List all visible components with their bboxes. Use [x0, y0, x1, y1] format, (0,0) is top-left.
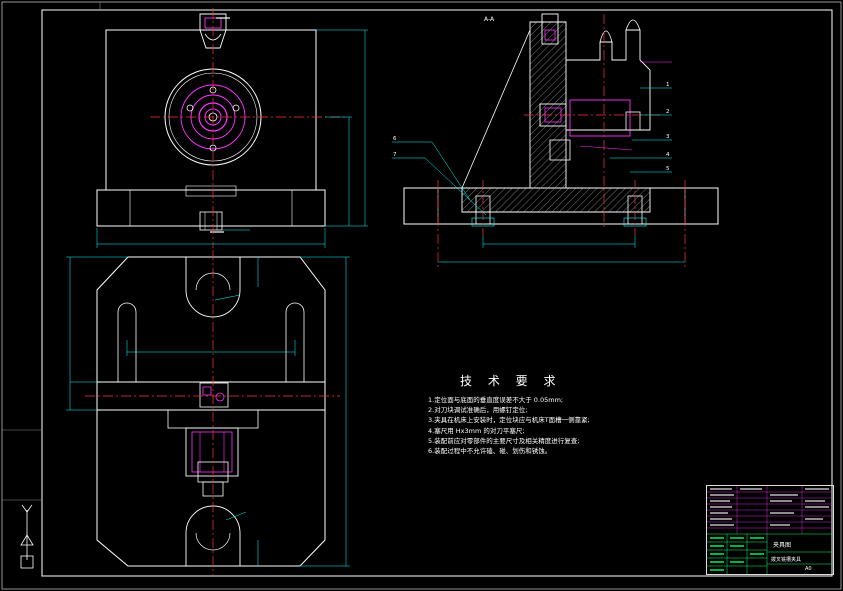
- part-number-label: 4: [666, 152, 670, 158]
- ucs-icon: [20, 504, 34, 569]
- part-number-label: 7: [393, 152, 397, 158]
- title-block: 夹具图 拨叉铣槽夹具 A0: [706, 485, 834, 575]
- tech-item: 3.夹具在机床上安装时，定位块应与机床T面槽一侧靠紧;: [428, 416, 590, 425]
- title-block-sheet: A0: [805, 566, 812, 572]
- section-label: A-A: [484, 16, 495, 23]
- tech-item: 4.塞尺用 Hx3mm 的对刀平塞尺;: [428, 426, 525, 435]
- part-number-label: 2: [666, 109, 670, 115]
- technical-requirements: 技 术 要 求 1.定位面与底面的垂直度误差不大于 0.05mm; 2.对刀块调…: [428, 372, 678, 456]
- part-number-label: 5: [666, 166, 670, 172]
- part-number-label: 3: [666, 134, 670, 140]
- top-left-view: [96, 8, 368, 248]
- tech-item: 2.对刀块调试准确后，用螺钉定位;: [428, 406, 528, 415]
- tech-title: 技 术 要 求: [460, 374, 562, 388]
- tech-item: 6.装配过程中不允许磕、碰、划伤和锈蚀。: [428, 447, 552, 456]
- part-number-label: 1: [666, 82, 670, 88]
- tech-item: 5.装配前应对零部件的主要尺寸及相关精度进行复查;: [428, 436, 580, 445]
- title-block-title: 夹具图: [773, 542, 792, 549]
- title-block-grid: [707, 486, 833, 574]
- title-block-subtitle: 拨叉铣槽夹具: [771, 557, 802, 563]
- tech-item: 1.定位面与底面的垂直度误差不大于 0.05mm;: [428, 396, 564, 404]
- section-view: [392, 13, 719, 268]
- bottom-left-view: [66, 250, 350, 575]
- part-number-label: 6: [393, 136, 397, 142]
